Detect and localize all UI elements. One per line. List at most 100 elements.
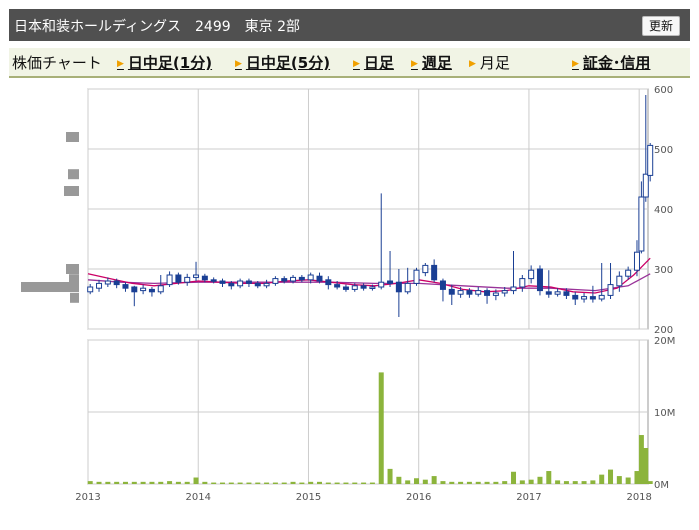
volume-bar: [449, 481, 455, 484]
volume-bar: [378, 372, 384, 484]
volume-bar: [96, 481, 102, 484]
price-profile-bar: [68, 169, 79, 180]
volume-bar: [308, 481, 314, 484]
candle-down: [228, 282, 235, 287]
candle-down: [254, 282, 261, 287]
volume-bar: [369, 482, 375, 484]
candle-up: [157, 285, 164, 293]
candle-up: [87, 286, 94, 293]
candle-down: [210, 279, 217, 282]
x-tick-label: 2015: [296, 492, 321, 503]
volume-bar: [290, 481, 296, 484]
y-tick-label: 300: [654, 265, 673, 276]
volume-bar: [105, 481, 111, 484]
candle-down: [387, 280, 394, 284]
volume-bar: [484, 481, 490, 484]
volume-bar: [193, 477, 199, 484]
candle-up: [633, 251, 640, 271]
volume-bar: [616, 476, 622, 484]
candle-up: [184, 276, 191, 283]
volume-bar: [334, 482, 340, 484]
volume-bar: [281, 482, 287, 484]
candle-up: [193, 274, 200, 278]
candle-up: [140, 287, 147, 292]
volume-bar: [405, 480, 411, 484]
candle-up: [510, 286, 517, 292]
candle-down: [342, 286, 349, 290]
candle-up: [307, 274, 314, 281]
volume-bar: [255, 482, 261, 484]
volume-tick-label: 0M: [654, 480, 669, 491]
candle-down: [545, 291, 552, 295]
candle-up: [263, 282, 270, 287]
candle-down: [298, 276, 305, 281]
candle-down: [448, 288, 455, 295]
candle-down: [589, 296, 596, 300]
volume-bar: [272, 482, 278, 484]
candle-up: [413, 269, 420, 284]
candle-up: [598, 294, 605, 300]
y-tick-label: 600: [654, 85, 673, 96]
volume-bar: [122, 481, 128, 484]
volume-bar: [387, 468, 393, 484]
volume-bar: [246, 482, 252, 484]
candle-down: [325, 279, 332, 286]
x-tick-label: 2013: [75, 492, 100, 503]
x-tick-label: 2017: [516, 492, 541, 503]
candle-up: [581, 296, 588, 300]
volume-bar: [158, 481, 164, 484]
price-profile-bar: [66, 132, 79, 142]
volume-bar: [396, 476, 402, 484]
candle-up: [554, 291, 561, 295]
candle-down: [175, 274, 182, 283]
volume-bar: [237, 482, 243, 484]
x-tick-label: 2014: [186, 492, 211, 503]
volume-bar: [511, 471, 517, 484]
candle-down: [316, 275, 323, 282]
volume-bar: [519, 480, 525, 484]
volume-bar: [414, 478, 420, 484]
volume-bar: [422, 479, 428, 484]
candle-up: [625, 269, 632, 277]
volume-bar: [131, 481, 137, 484]
candle-up: [237, 280, 244, 287]
volume-bar: [572, 481, 578, 484]
volume-tick-label: 20M: [654, 336, 675, 347]
volume-bar: [643, 448, 649, 484]
volume-bar: [299, 482, 305, 484]
candle-down: [484, 290, 491, 296]
volume-bar: [167, 481, 173, 484]
volume-bar: [647, 481, 653, 484]
price-profile-bar: [64, 186, 79, 196]
volume-bar: [528, 479, 534, 484]
volume-bar: [228, 482, 234, 484]
candle-down: [360, 285, 367, 289]
volume-bar: [458, 481, 464, 484]
volume-bar: [440, 481, 446, 484]
price-profile-bar: [66, 264, 79, 274]
candle-down: [431, 264, 438, 281]
candle-up: [166, 274, 173, 286]
x-tick-label: 2016: [406, 492, 431, 503]
volume-bar: [316, 481, 322, 484]
volume-bar: [475, 481, 481, 484]
volume-bar: [343, 482, 349, 484]
volume-bar: [264, 482, 270, 484]
volume-bar: [563, 481, 569, 484]
candle-up: [638, 196, 645, 252]
volume-bar: [466, 481, 472, 484]
candle-down: [466, 290, 473, 295]
volume-bar: [175, 481, 181, 484]
volume-bar: [590, 480, 596, 484]
volume-bar: [581, 481, 587, 484]
volume-bar: [184, 481, 190, 484]
candle-down: [113, 280, 120, 286]
candle-down: [572, 294, 579, 300]
candle-up: [642, 173, 649, 198]
candle-up: [369, 286, 376, 289]
volume-bar: [625, 477, 631, 484]
volume-bar: [325, 482, 331, 484]
volume-bar: [361, 482, 367, 484]
candle-up: [104, 280, 111, 285]
candle-up: [528, 269, 535, 280]
